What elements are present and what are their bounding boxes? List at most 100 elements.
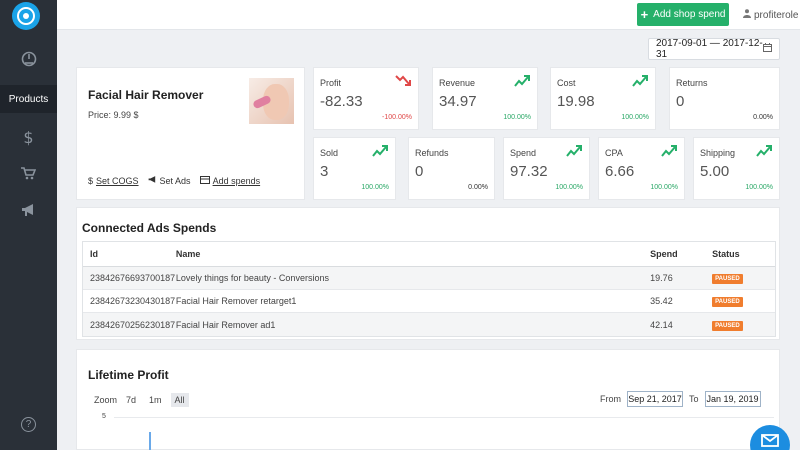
sidebar-item-label: Products (8, 93, 49, 105)
zoom-7d-button[interactable]: 7d (122, 393, 140, 407)
column-header-status[interactable]: Status (705, 249, 775, 259)
stat-percent: 100.00% (745, 184, 773, 191)
add-spends-link[interactable]: Add spends (199, 176, 261, 186)
trend-down-icon (395, 75, 411, 86)
ad-spend: 19.76 (650, 273, 673, 283)
trend-up-icon (372, 145, 388, 157)
stat-percent: 100.00% (650, 184, 678, 191)
stat-card-sold: Sold 3 100.00% (313, 137, 396, 200)
sidebar-item-dashboard[interactable] (0, 45, 57, 75)
ads-table: Id Name Spend Status 23842676693700187 L… (82, 241, 776, 337)
trend-up-icon (566, 145, 582, 157)
stat-percent: 0.00% (468, 184, 488, 191)
table-row[interactable]: 23842676693700187 Lovely things for beau… (83, 267, 775, 290)
section-title: Connected Ads Spends (82, 221, 217, 235)
calendar-icon (763, 43, 772, 55)
stat-card-revenue: Revenue 34.97 100.00% (432, 67, 538, 130)
sidebar-item-help[interactable]: ? (0, 412, 57, 436)
connected-ads-card: Connected Ads Spends Id Name Spend Statu… (76, 207, 780, 340)
table-header: Id Name Spend Status (83, 242, 775, 267)
ad-id: 23842673230430187 (90, 296, 176, 306)
app-logo[interactable] (12, 2, 40, 30)
to-date-input[interactable]: Jan 19, 2019 (704, 391, 761, 407)
table-row[interactable]: 23842673230430187 Facial Hair Remover re… (83, 290, 775, 313)
stat-value: 34.97 (439, 93, 477, 110)
zoom-1m-button[interactable]: 1m (145, 393, 166, 407)
user-icon (743, 9, 751, 21)
megaphone-icon (21, 204, 36, 220)
mail-icon (761, 434, 779, 450)
add-shop-spend-button[interactable]: + Add shop spend (637, 3, 729, 26)
zoom-all-button[interactable]: All (170, 393, 189, 407)
date-range-inputs: From Sep 21, 2017 To Jan 19, 2019 (600, 391, 761, 407)
sidebar-item-ads[interactable] (0, 200, 57, 224)
trend-up-icon (756, 145, 772, 157)
stat-label: Cost (557, 78, 576, 88)
stat-label: Profit (320, 78, 342, 88)
column-header-id[interactable]: Id (83, 249, 176, 259)
set-cogs-label: Set COGS (96, 176, 139, 186)
stat-card-spend: Spend 97.32 100.00% (503, 137, 590, 200)
dashboard-icon (21, 51, 37, 70)
stat-value: 5.00 (700, 163, 730, 180)
stat-card-refunds: Refunds 0 0.00% (408, 137, 495, 200)
chart-bar (149, 432, 151, 450)
stat-value: -82.33 (320, 93, 363, 110)
help-icon: ? (21, 416, 36, 432)
table-body: 23842676693700187 Lovely things for beau… (83, 267, 775, 336)
stat-label: Returns (676, 78, 708, 88)
card-icon (199, 176, 210, 186)
stat-label: CPA (605, 148, 623, 158)
stat-percent: -100.00% (382, 114, 412, 121)
stat-label: Spend (510, 148, 537, 158)
stat-card-cost: Cost 19.98 100.00% (550, 67, 656, 130)
sidebar-item-orders[interactable] (0, 163, 57, 187)
trend-up-icon (632, 75, 648, 87)
add-shop-spend-label: Add shop spend (653, 9, 726, 20)
user-name: profiterole (754, 9, 799, 21)
status-badge: PAUSED (712, 297, 743, 307)
sidebar-item-products[interactable]: Products (0, 85, 57, 113)
ad-spend: 42.14 (650, 319, 673, 330)
product-actions: $ Set COGS Set Ads Add spends (88, 176, 260, 186)
top-bar: + Add shop spend profiterole (57, 0, 800, 30)
add-spends-label: Add spends (212, 176, 261, 186)
megaphone-icon (148, 176, 157, 186)
column-header-name[interactable]: Name (176, 249, 650, 259)
stat-percent: 100.00% (555, 184, 583, 191)
sidebar-item-finance[interactable]: $ (0, 124, 57, 150)
from-date-input[interactable]: Sep 21, 2017 (627, 391, 683, 407)
stat-value: 6.66 (605, 163, 635, 180)
table-row[interactable]: 23842670256230187 Facial Hair Remover ad… (83, 313, 775, 336)
user-menu[interactable]: profiterole (743, 9, 798, 21)
product-name: Facial Hair Remover (88, 88, 204, 102)
section-title: Lifetime Profit (88, 368, 169, 382)
ad-id: 23842676693700187 (90, 273, 176, 283)
product-price: Price: 9.99 $ (88, 110, 139, 120)
stat-label: Sold (320, 148, 339, 158)
set-cogs-link[interactable]: $ Set COGS (88, 176, 139, 186)
to-label: To (689, 394, 699, 404)
stat-label: Refunds (415, 148, 449, 158)
ad-name: Facial Hair Remover retarget1 (175, 296, 297, 306)
stat-value: 0 (415, 163, 424, 180)
ad-name: Lovely things for beauty - Conversions (175, 273, 329, 283)
trend-up-icon (661, 145, 677, 157)
stat-percent: 100.00% (503, 114, 531, 121)
stat-percent: 0.00% (753, 114, 773, 121)
column-header-spend[interactable]: Spend (650, 249, 705, 259)
ad-name: Facial Hair Remover ad1 (175, 319, 276, 330)
set-ads-link[interactable]: Set Ads (148, 176, 191, 186)
stat-card-profit: Profit -82.33 -100.00% (313, 67, 419, 130)
plus-icon: + (640, 6, 649, 22)
cart-icon (21, 167, 37, 183)
ad-spend: 35.42 (650, 296, 673, 306)
sidebar: Products $ ? (0, 0, 57, 450)
dollar-icon: $ (88, 176, 94, 186)
stat-percent: 100.00% (621, 114, 649, 121)
stat-value: 97.32 (510, 163, 548, 180)
stat-value: 19.98 (557, 93, 595, 110)
date-range-picker[interactable]: 2017-09-01 — 2017-12-31 (648, 38, 780, 60)
stat-card-returns: Returns 0 0.00% (669, 67, 780, 130)
stat-value: 3 (320, 163, 329, 180)
